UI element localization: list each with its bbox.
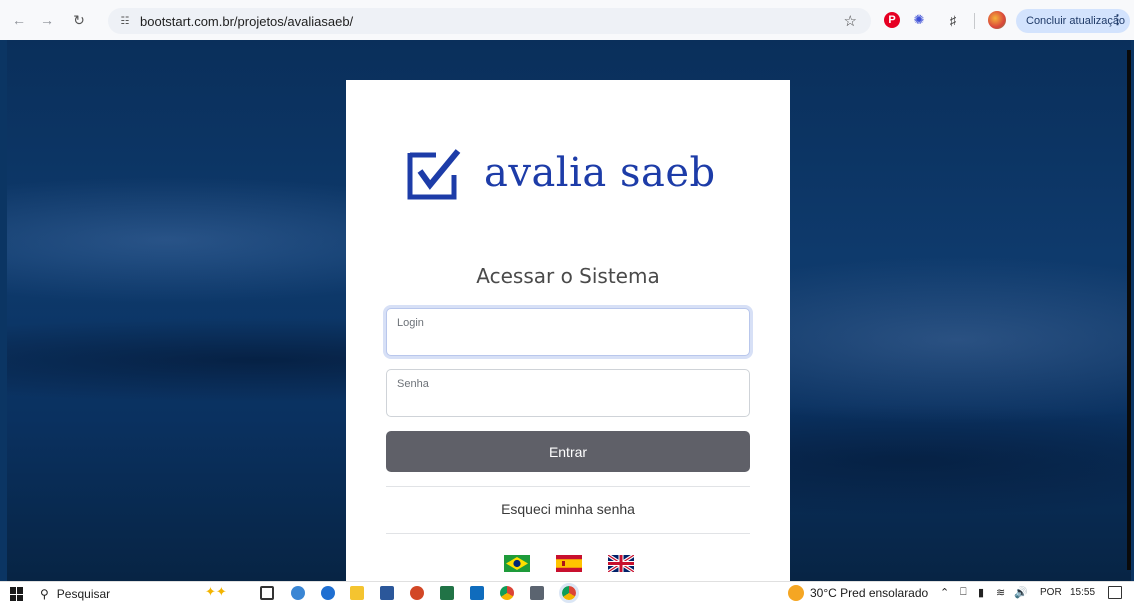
checkbox-logo-icon	[407, 149, 461, 200]
menu-dots-icon[interactable]: ⋮	[1111, 12, 1124, 28]
weather-icon[interactable]	[788, 585, 804, 601]
outlook-icon[interactable]	[470, 586, 484, 600]
extension-icon[interactable]: ✺	[910, 11, 928, 29]
battery-icon[interactable]: ▮	[978, 586, 984, 599]
logo-text: avalia saeb	[484, 150, 716, 196]
login-label: Login	[397, 317, 424, 329]
back-arrow-icon[interactable]: ←	[8, 9, 30, 31]
search-label: Pesquisar	[56, 586, 111, 601]
chrome-active-icon[interactable]	[559, 583, 579, 603]
scrollbar[interactable]	[1127, 50, 1131, 570]
divider	[386, 486, 750, 487]
file-explorer-icon[interactable]	[350, 586, 364, 600]
powerpoint-icon[interactable]	[410, 586, 424, 600]
login-field[interactable]: Login	[386, 308, 750, 356]
volume-icon[interactable]: 🔊	[1014, 586, 1028, 599]
brazil-flag-icon[interactable]	[504, 555, 530, 572]
page-title: Acessar o Sistema	[476, 264, 660, 288]
password-input[interactable]	[397, 394, 737, 412]
excel-icon[interactable]	[440, 586, 454, 600]
app-icon[interactable]	[530, 586, 544, 600]
taskbar-search[interactable]: ⚲ Pesquisar	[40, 584, 200, 603]
password-label: Senha	[397, 378, 429, 390]
login-input[interactable]	[397, 333, 737, 351]
page-background: avalia saeb Acessar o Sistema Login Senh…	[7, 40, 1131, 581]
reload-icon[interactable]: ↻	[68, 9, 90, 31]
search-icon: ⚲	[40, 586, 49, 601]
word-icon[interactable]	[380, 586, 394, 600]
divider	[386, 533, 750, 534]
chrome-icon[interactable]	[500, 586, 514, 600]
update-button[interactable]: Concluir atualização ⋮	[1016, 9, 1130, 33]
edge-icon[interactable]	[321, 586, 335, 600]
forgot-password-link[interactable]: Esqueci minha senha	[346, 501, 790, 517]
keyboard-language[interactable]: POR	[1040, 587, 1062, 598]
app-icon[interactable]	[291, 586, 305, 600]
forward-arrow-icon[interactable]: →	[36, 9, 58, 31]
uk-flag-icon[interactable]	[608, 555, 634, 572]
extensions-puzzle-icon[interactable]: ♯	[944, 11, 962, 29]
clock[interactable]: 15:55	[1070, 587, 1095, 598]
task-view-icon[interactable]	[260, 586, 274, 600]
tray-app-icon[interactable]: ⎕	[960, 586, 967, 599]
language-selector	[504, 555, 634, 572]
logo: avalia saeb	[406, 145, 716, 201]
profile-avatar[interactable]	[988, 11, 1006, 29]
spain-flag-icon[interactable]	[556, 555, 582, 572]
pinterest-extension-icon[interactable]: P	[884, 12, 900, 28]
browser-toolbar: ← → ↻ ☷ bootstart.com.br/projetos/avalia…	[0, 0, 1134, 40]
weather-text[interactable]: 30°C Pred ensolarado	[810, 586, 928, 600]
password-field[interactable]: Senha	[386, 369, 750, 417]
address-bar[interactable]: ☷ bootstart.com.br/projetos/avaliasaeb/ …	[108, 8, 871, 34]
site-info-icon[interactable]: ☷	[118, 14, 132, 28]
notifications-icon[interactable]	[1108, 586, 1122, 599]
submit-button[interactable]: Entrar	[386, 431, 750, 472]
login-card: avalia saeb Acessar o Sistema Login Senh…	[346, 80, 790, 581]
bookmark-star-icon[interactable]: ☆	[844, 12, 857, 30]
copilot-sparkle-icon[interactable]: ✦✦	[205, 584, 227, 600]
windows-start-icon[interactable]	[10, 587, 24, 601]
toolbar-divider	[974, 13, 975, 29]
wifi-icon[interactable]: ≋	[996, 586, 1005, 599]
url-text[interactable]: bootstart.com.br/projetos/avaliasaeb/	[140, 14, 353, 29]
tray-chevron-icon[interactable]: ⌃	[940, 586, 949, 599]
taskbar: ⚲ Pesquisar ✦✦ 30°C Pred ensolarado ⌃ ⎕ …	[0, 581, 1134, 604]
